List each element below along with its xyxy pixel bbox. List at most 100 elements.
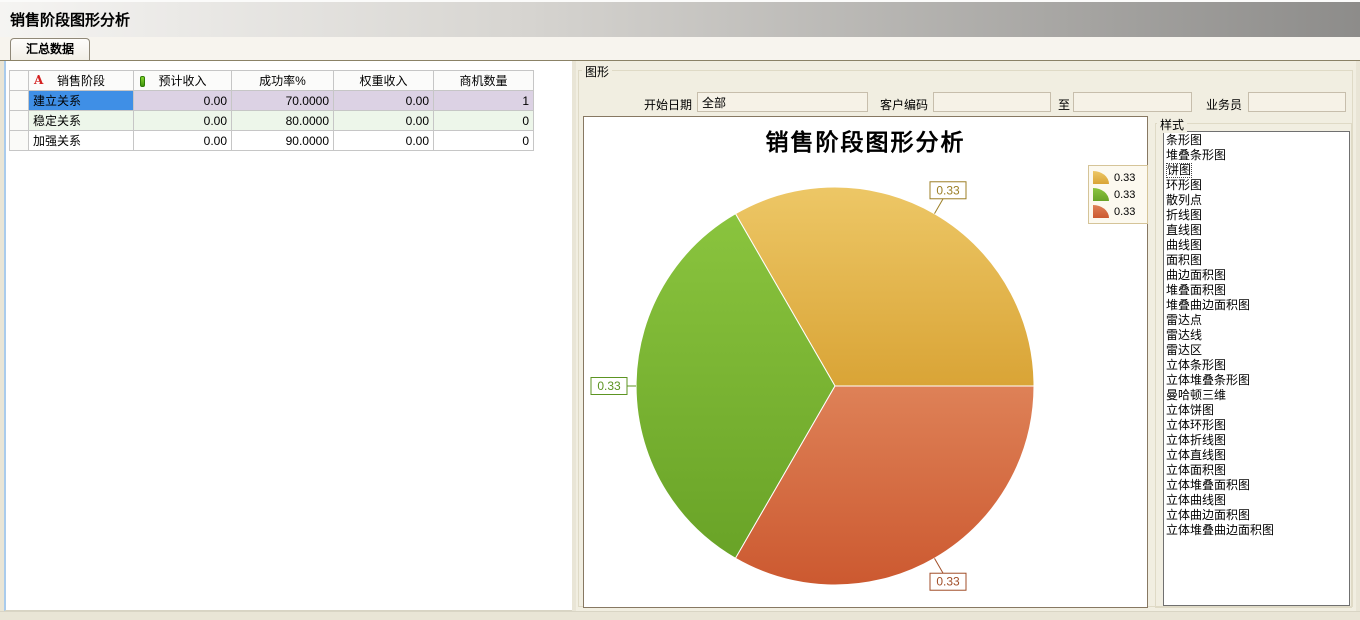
tab-strip: 汇总数据 [0,37,1360,60]
style-option[interactable]: 立体环形图 [1164,418,1349,433]
style-option-label: 环形图 [1166,178,1202,192]
column-header-label: 成功率% [259,74,306,88]
style-option[interactable]: 立体折线图 [1164,433,1349,448]
style-option[interactable]: 雷达区 [1164,343,1349,358]
style-option[interactable]: 曼哈顿三维 [1164,388,1349,403]
graph-group-label: 图形 [582,63,612,80]
style-option[interactable]: 立体堆叠曲边面积图 [1164,523,1349,538]
style-option-label: 立体直线图 [1166,448,1226,462]
style-option[interactable]: 雷达线 [1164,328,1349,343]
style-option-label: 立体堆叠条形图 [1166,373,1250,387]
row-indicator[interactable] [10,91,29,111]
style-option[interactable]: 立体条形图 [1164,358,1349,373]
stage-cell[interactable]: 加强关系 [29,131,134,151]
style-option-label: 立体环形图 [1166,418,1226,432]
table-header-row: A 销售阶段 预计收入 成功率% 权重收入 商机数量 [10,71,534,91]
style-option-label: 曲线图 [1166,238,1202,252]
style-option[interactable]: 堆叠条形图 [1164,148,1349,163]
value-cell[interactable]: 90.0000 [232,131,334,151]
column-header[interactable]: 成功率% [232,71,334,91]
pie-chart[interactable]: 0.33 0.33 0.33 [584,117,1147,607]
value-cell[interactable]: 80.0000 [232,111,334,131]
pie-slice-label: 0.33 [597,379,621,393]
style-option[interactable]: 立体堆叠条形图 [1164,373,1349,388]
column-header[interactable]: A 销售阶段 [29,71,134,91]
style-option-label: 散列点 [1166,193,1202,207]
style-list[interactable]: 条形图堆叠条形图饼图环形图散列点折线图直线图曲线图面积图曲边面积图堆叠面积图堆叠… [1163,131,1350,606]
style-option[interactable]: 曲线图 [1164,238,1349,253]
style-option-label: 立体饼图 [1166,403,1214,417]
pie-slice-label: 0.33 [936,183,960,197]
stage-cell[interactable]: 稳定关系 [29,111,134,131]
value-cell[interactable]: 70.0000 [232,91,334,111]
sort-a-icon: A [34,73,43,87]
column-header[interactable]: 权重收入 [334,71,434,91]
style-option[interactable]: 堆叠曲边面积图 [1164,298,1349,313]
value-cell[interactable]: 0.00 [134,131,232,151]
style-option-label: 堆叠曲边面积图 [1166,298,1250,312]
window-titlebar: 销售阶段图形分析 [0,0,1360,37]
style-option[interactable]: 饼图 [1164,163,1349,178]
style-option[interactable]: 散列点 [1164,193,1349,208]
numeric-icon [140,76,145,87]
value-cell[interactable]: 0.00 [134,111,232,131]
column-header-label: 销售阶段 [57,74,105,88]
value-cell[interactable]: 0.00 [334,91,434,111]
start-date-label: 开始日期 [644,96,692,113]
style-option[interactable]: 直线图 [1164,223,1349,238]
value-cell[interactable]: 0 [434,131,534,151]
graph-panel: 图形 开始日期 客户编码 至 业务员 销售阶段图形分析 0.330.330.33… [576,61,1356,611]
style-option[interactable]: 堆叠面积图 [1164,283,1349,298]
style-option[interactable]: 立体直线图 [1164,448,1349,463]
style-option[interactable]: 面积图 [1164,253,1349,268]
table-row: 建立关系0.0070.00000.001 [10,91,534,111]
start-date-input[interactable] [697,92,868,112]
style-option[interactable]: 立体曲线图 [1164,493,1349,508]
column-header-label: 权重收入 [359,74,407,88]
row-indicator-header [10,71,29,91]
value-cell[interactable]: 0.00 [334,131,434,151]
style-option-label: 直线图 [1166,223,1202,237]
style-option[interactable]: 立体饼图 [1164,403,1349,418]
style-option-label: 堆叠面积图 [1166,283,1226,297]
style-option[interactable]: 曲边面积图 [1164,268,1349,283]
value-cell[interactable]: 0 [434,111,534,131]
style-option-label: 雷达点 [1166,313,1202,327]
row-indicator[interactable] [10,111,29,131]
tab-summary-data[interactable]: 汇总数据 [10,38,90,60]
style-option[interactable]: 立体面积图 [1164,463,1349,478]
style-option-label: 曼哈顿三维 [1166,388,1226,402]
style-option-label: 立体条形图 [1166,358,1226,372]
style-option-label: 雷达区 [1166,343,1202,357]
customer-code-from-input[interactable] [933,92,1051,112]
style-option[interactable]: 雷达点 [1164,313,1349,328]
value-cell[interactable]: 0.00 [334,111,434,131]
style-option-label: 立体折线图 [1166,433,1226,447]
column-header-label: 商机数量 [459,74,507,88]
salesperson-input[interactable] [1248,92,1346,112]
style-option[interactable]: 立体堆叠面积图 [1164,478,1349,493]
table-row: 加强关系0.0090.00000.000 [10,131,534,151]
column-header[interactable]: 预计收入 [134,71,232,91]
stage-cell[interactable]: 建立关系 [29,91,134,111]
column-header[interactable]: 商机数量 [434,71,534,91]
chart-panel: 销售阶段图形分析 0.330.330.33 0.330.330.33 [583,116,1148,608]
legend-swatch-icon [1093,171,1109,184]
style-option-label: 折线图 [1166,208,1202,222]
legend-swatch-icon [1093,205,1109,218]
style-option-label: 面积图 [1166,253,1202,267]
value-cell[interactable]: 0.00 [134,91,232,111]
style-option[interactable]: 立体曲边面积图 [1164,508,1349,523]
value-cell[interactable]: 1 [434,91,534,111]
style-option[interactable]: 折线图 [1164,208,1349,223]
style-option[interactable]: 环形图 [1164,178,1349,193]
style-option-label: 立体面积图 [1166,463,1226,477]
window-title: 销售阶段图形分析 [10,9,130,30]
row-indicator[interactable] [10,131,29,151]
customer-code-label: 客户编码 [880,96,928,113]
table-row: 稳定关系0.0080.00000.000 [10,111,534,131]
pie-slice-label: 0.33 [936,575,960,589]
column-header-label: 预计收入 [158,74,206,88]
customer-code-to-input[interactable] [1073,92,1192,112]
style-option[interactable]: 条形图 [1164,133,1349,148]
